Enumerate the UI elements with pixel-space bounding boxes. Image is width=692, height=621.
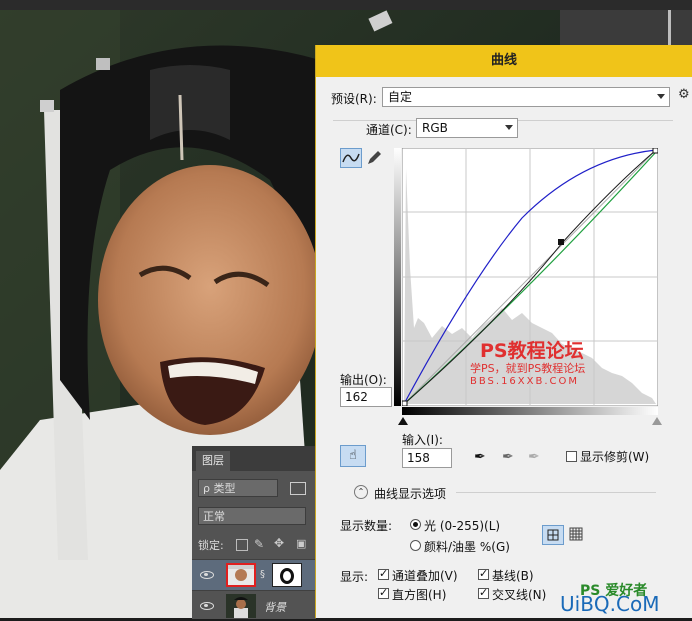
intersection-line-checkbox[interactable] bbox=[478, 586, 489, 599]
layer-thumbnail bbox=[226, 563, 256, 587]
layers-panel: 图层 ρ 类型 正常 锁定: ✎ ✥ ▣ § 背景 bbox=[192, 446, 316, 619]
pigment-radio[interactable] bbox=[410, 540, 421, 551]
output-label: 输出(O): bbox=[340, 373, 387, 387]
layer-mask-thumbnail[interactable] bbox=[272, 563, 302, 587]
layer-row-face[interactable]: § bbox=[192, 559, 316, 590]
tab-layers[interactable]: 图层 bbox=[196, 451, 230, 471]
corner-site: UiBQ.CoM bbox=[560, 592, 660, 616]
dialog-title: 曲线 bbox=[316, 45, 692, 77]
curve-endpoint-white bbox=[652, 148, 658, 154]
curve-draw-pencil-button[interactable] bbox=[364, 148, 386, 168]
background-layer-name: 背景 bbox=[264, 601, 286, 614]
light-option-label: 光 (0-255)(L) bbox=[424, 519, 501, 533]
input-gradient-bar bbox=[402, 407, 658, 415]
pigment-option-label: 颜料/油墨 %(G) bbox=[424, 540, 510, 554]
lock-pixels-icon[interactable] bbox=[236, 539, 248, 551]
curves-dialog: 曲线 预设(R): 自定 ⚙ 通道(C): RGB 输出(O): 162 ☝ 输… bbox=[315, 45, 692, 618]
pencil-icon bbox=[368, 151, 381, 164]
lock-all-icon[interactable]: ▣ bbox=[296, 537, 306, 550]
channel-value: RGB bbox=[422, 121, 448, 135]
channel-label: 通道(C): bbox=[366, 123, 412, 137]
preset-options-gear-icon[interactable]: ⚙ bbox=[678, 87, 690, 102]
lock-position-icon[interactable]: ✥ bbox=[274, 536, 284, 550]
baseline-checkbox[interactable] bbox=[478, 567, 489, 580]
output-field[interactable]: 162 bbox=[340, 387, 392, 407]
light-radio[interactable] bbox=[410, 519, 421, 530]
watermark-title: PS教程论坛 bbox=[480, 340, 584, 362]
layers-panel-header: 图层 bbox=[192, 447, 316, 471]
layer-filter-select[interactable]: ρ 类型 bbox=[198, 479, 278, 497]
background-thumbnail bbox=[226, 594, 256, 618]
grid-16-icon bbox=[569, 527, 583, 541]
lock-brush-icon[interactable]: ✎ bbox=[254, 537, 264, 551]
curve-endpoint-black bbox=[402, 400, 408, 406]
curve-wave-icon bbox=[342, 153, 360, 163]
watermark-url: BBS.16XXB.COM bbox=[470, 376, 580, 387]
layer-filter-label: ρ 类型 bbox=[203, 482, 236, 495]
curve-edit-points-button[interactable] bbox=[340, 148, 362, 168]
detailed-grid-button[interactable] bbox=[566, 525, 588, 545]
preset-value: 自定 bbox=[388, 90, 413, 104]
channel-overlays-label: 通道叠加(V) bbox=[392, 569, 458, 583]
output-gradient-bar bbox=[394, 148, 401, 406]
black-point-slider[interactable] bbox=[398, 417, 408, 425]
curve-control-point bbox=[558, 239, 564, 245]
visibility-eye-icon[interactable] bbox=[200, 602, 214, 610]
histogram-checkbox[interactable] bbox=[378, 586, 389, 599]
grid-4-icon bbox=[547, 529, 559, 541]
white-point-eyedropper-icon[interactable]: ✒ bbox=[528, 449, 540, 465]
input-field[interactable]: 158 bbox=[402, 448, 452, 468]
on-image-adjustment-hand-icon[interactable]: ☝ bbox=[340, 445, 366, 467]
simple-grid-button[interactable] bbox=[542, 525, 564, 545]
preset-label: 预设(R): bbox=[331, 92, 377, 106]
lock-label: 锁定: bbox=[198, 539, 224, 552]
show-clipping-checkbox[interactable] bbox=[566, 451, 577, 462]
blend-mode-value: 正常 bbox=[203, 510, 225, 523]
collapse-options-chevron-icon[interactable]: ⌃ bbox=[354, 485, 368, 499]
chain-link-icon[interactable]: § bbox=[260, 569, 265, 580]
input-label: 输入(I): bbox=[402, 433, 443, 447]
histogram-label: 直方图(H) bbox=[392, 588, 447, 602]
image-filter-icon[interactable] bbox=[290, 482, 306, 495]
layer-row-background[interactable]: 背景 bbox=[192, 590, 316, 621]
visibility-eye-icon[interactable] bbox=[200, 571, 214, 579]
white-point-slider[interactable] bbox=[652, 417, 662, 425]
show-amount-label: 显示数量: bbox=[340, 519, 393, 533]
channel-select[interactable]: RGB bbox=[416, 118, 518, 138]
show-label: 显示: bbox=[340, 570, 369, 584]
black-point-eyedropper-icon[interactable]: ✒ bbox=[474, 449, 486, 465]
baseline-label: 基线(B) bbox=[492, 569, 534, 583]
preset-select[interactable]: 自定 bbox=[382, 87, 670, 107]
display-options-label: 曲线显示选项 bbox=[374, 487, 447, 501]
blend-mode-select[interactable]: 正常 bbox=[198, 507, 306, 525]
watermark-subtitle: 学PS，就到PS教程论坛 bbox=[470, 362, 586, 375]
intersection-line-label: 交叉线(N) bbox=[492, 588, 547, 602]
gray-point-eyedropper-icon[interactable]: ✒ bbox=[502, 449, 514, 465]
app-top-strip bbox=[0, 0, 692, 10]
display-options-divider bbox=[456, 492, 656, 493]
show-clipping-label: 显示修剪(W) bbox=[580, 450, 650, 464]
channel-overlays-checkbox[interactable] bbox=[378, 567, 389, 580]
